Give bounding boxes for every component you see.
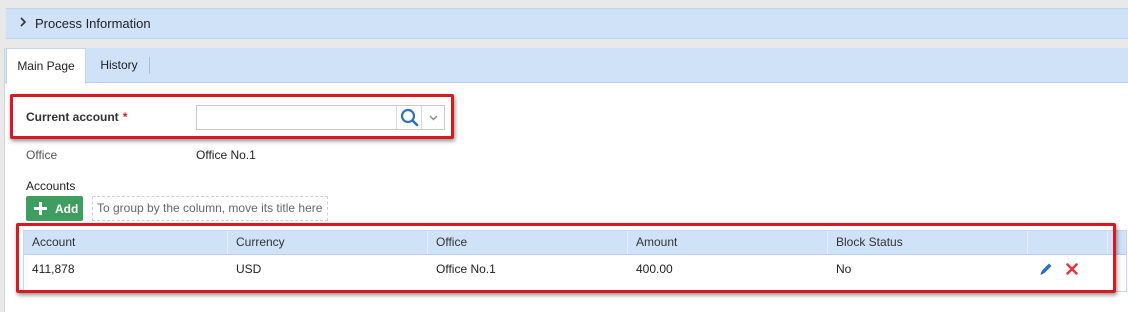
current-account-highlight <box>10 94 454 139</box>
group-by-drop-zone[interactable]: To group by the column, move its title h… <box>92 196 328 221</box>
add-button[interactable]: Add <box>26 196 83 221</box>
tab-history[interactable]: History <box>89 48 149 83</box>
tab-main-page[interactable]: Main Page <box>6 48 86 84</box>
process-information-header[interactable]: Process Information <box>6 8 1128 39</box>
chevron-right-icon <box>19 17 31 30</box>
tab-strip: Main Page History <box>5 48 1128 84</box>
tab-divider <box>149 57 150 74</box>
process-information-title: Process Information <box>35 16 151 31</box>
main-panel: Main Page History Current account * Offic… <box>4 48 1128 312</box>
accounts-title: Accounts <box>26 179 76 193</box>
office-value: Office No.1 <box>196 148 256 162</box>
accounts-grid-highlight <box>16 223 1116 293</box>
add-button-label: Add <box>55 201 79 216</box>
plus-icon <box>34 202 47 215</box>
office-label: Office <box>26 148 58 162</box>
